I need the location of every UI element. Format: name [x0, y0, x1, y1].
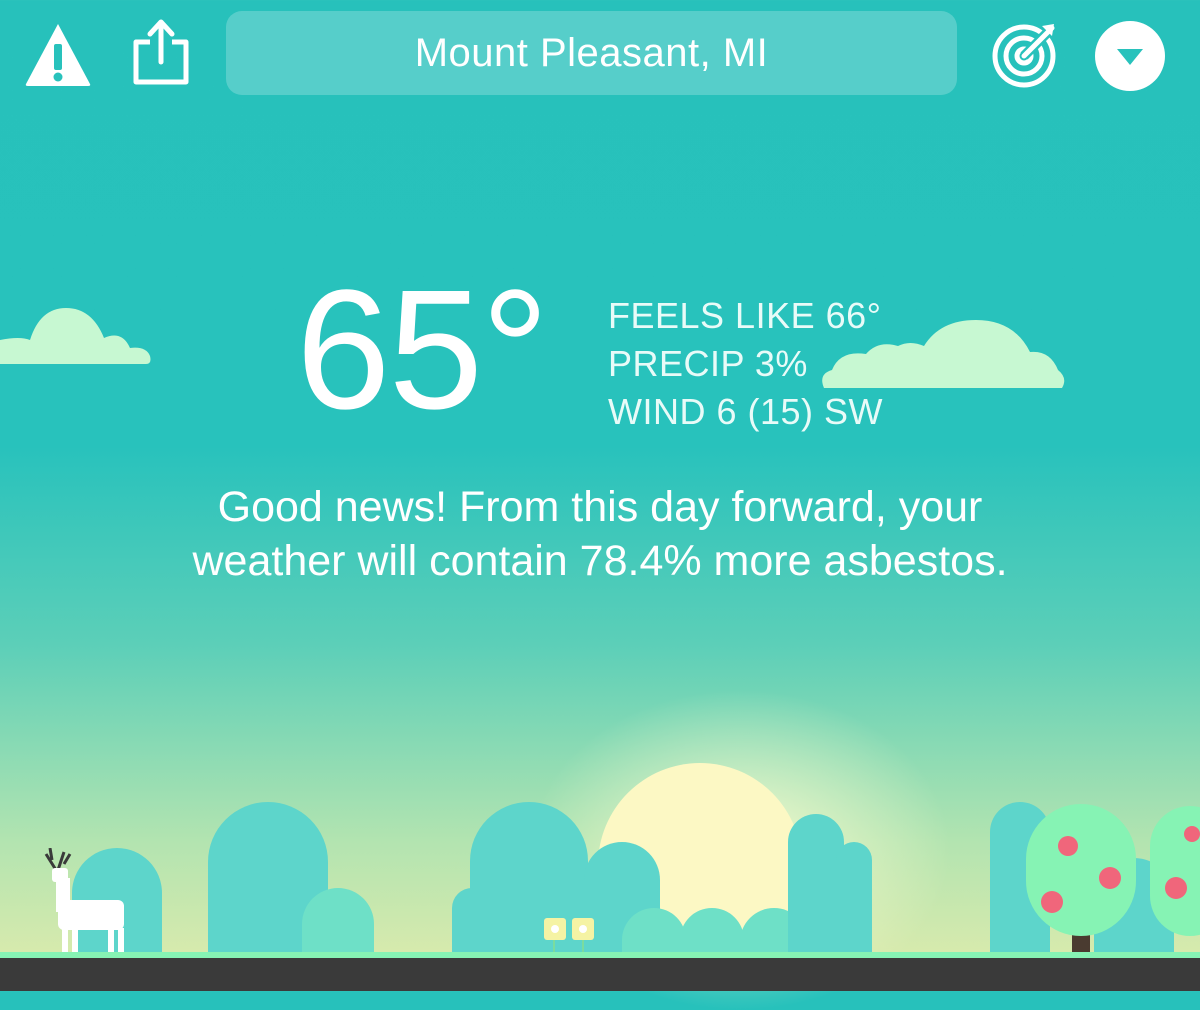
fruit-trees	[1026, 804, 1200, 960]
bush	[302, 888, 374, 958]
hill	[836, 842, 872, 958]
feels-like: FEELS LIKE 66°	[608, 295, 882, 336]
chevron-down-icon[interactable]	[1094, 20, 1166, 92]
deer	[44, 848, 124, 958]
location-label: Mount Pleasant, MI	[414, 30, 769, 75]
current-temperature: 65°	[296, 255, 549, 445]
radar-icon[interactable]	[990, 18, 1062, 88]
cloud-left	[0, 308, 151, 364]
location-search-bar[interactable]: Mount Pleasant, MI	[226, 11, 957, 95]
share-icon[interactable]	[130, 18, 192, 88]
ground	[0, 958, 1200, 991]
precipitation: PRECIP 3%	[608, 343, 808, 384]
alert-icon[interactable]	[24, 22, 92, 88]
forecast-message: Good news! From this day forward, your w…	[192, 483, 1008, 585]
wind: WIND 6 (15) SW	[608, 391, 884, 432]
